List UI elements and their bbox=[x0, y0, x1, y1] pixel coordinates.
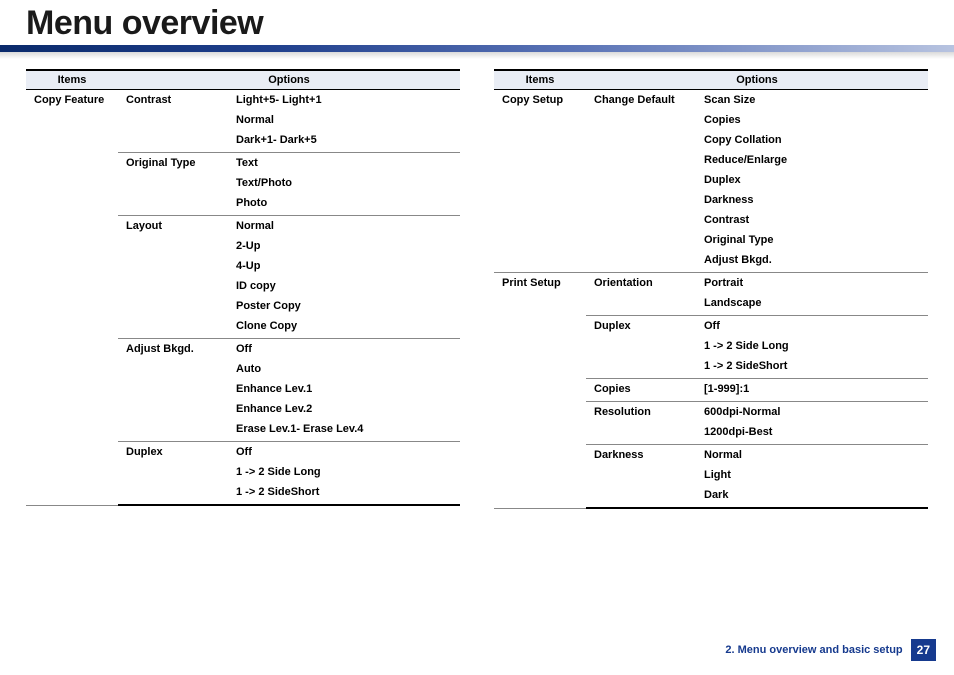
option-value: Original Type bbox=[704, 234, 922, 254]
footer: 2. Menu overview and basic setup 27 bbox=[725, 639, 936, 661]
option-value: Landscape bbox=[704, 297, 922, 311]
options-cell: Scan SizeCopiesCopy CollationReduce/Enla… bbox=[696, 90, 928, 273]
items-cell: Copy Feature bbox=[26, 90, 118, 506]
options-cell: TextText/PhotoPhoto bbox=[228, 153, 460, 216]
option-value: Off bbox=[704, 320, 922, 340]
sub-cell: Darkness bbox=[586, 445, 696, 509]
option-value: 1 -> 2 SideShort bbox=[236, 486, 454, 500]
sub-cell: Copies bbox=[586, 379, 696, 402]
right-column: Items Options Copy SetupChange DefaultSc… bbox=[494, 69, 928, 509]
page-title: Menu overview bbox=[0, 0, 954, 45]
left-table: Items Options Copy FeatureContrastLight+… bbox=[26, 69, 460, 506]
sub-cell: Orientation bbox=[586, 273, 696, 316]
header-options: Options bbox=[586, 70, 928, 90]
option-value: Copies bbox=[704, 114, 922, 134]
footer-chapter: 2. Menu overview and basic setup bbox=[725, 644, 902, 656]
option-value: Dark+1- Dark+5 bbox=[236, 134, 454, 148]
option-value: Erase Lev.1- Erase Lev.4 bbox=[236, 423, 454, 437]
option-value: Dark bbox=[704, 489, 922, 503]
option-value: 1 -> 2 SideShort bbox=[704, 360, 922, 374]
columns: Items Options Copy FeatureContrastLight+… bbox=[0, 69, 954, 509]
footer-page-number: 27 bbox=[911, 639, 936, 661]
option-value: Text/Photo bbox=[236, 177, 454, 197]
option-value: 1 -> 2 Side Long bbox=[236, 466, 454, 486]
sub-cell: Layout bbox=[118, 216, 228, 339]
sub-cell: Resolution bbox=[586, 402, 696, 445]
option-value: 2-Up bbox=[236, 240, 454, 260]
option-value: Poster Copy bbox=[236, 300, 454, 320]
sub-cell: Contrast bbox=[118, 90, 228, 153]
options-cell: [1-999]:1 bbox=[696, 379, 928, 402]
sub-cell: Duplex bbox=[586, 316, 696, 379]
options-cell: Normal2-Up4-UpID copyPoster CopyClone Co… bbox=[228, 216, 460, 339]
option-value: Normal bbox=[704, 449, 922, 469]
option-value: Light bbox=[704, 469, 922, 489]
option-value: Scan Size bbox=[704, 94, 922, 114]
table-row: Print SetupOrientationPortraitLandscape bbox=[494, 273, 928, 316]
option-value: Clone Copy bbox=[236, 320, 454, 334]
option-value: Off bbox=[236, 343, 454, 363]
options-cell: Off1 -> 2 Side Long1 -> 2 SideShort bbox=[696, 316, 928, 379]
option-value: ID copy bbox=[236, 280, 454, 300]
option-value: Contrast bbox=[704, 214, 922, 234]
options-cell: Light+5- Light+1NormalDark+1- Dark+5 bbox=[228, 90, 460, 153]
option-value: [1-999]:1 bbox=[704, 383, 922, 397]
option-value: Auto bbox=[236, 363, 454, 383]
items-cell: Copy Setup bbox=[494, 90, 586, 273]
option-value: Photo bbox=[236, 197, 454, 211]
header-items: Items bbox=[494, 70, 586, 90]
left-column: Items Options Copy FeatureContrastLight+… bbox=[26, 69, 460, 509]
option-value: 1 -> 2 Side Long bbox=[704, 340, 922, 360]
table-row: Copy FeatureContrastLight+5- Light+1Norm… bbox=[26, 90, 460, 153]
option-value: Copy Collation bbox=[704, 134, 922, 154]
right-table: Items Options Copy SetupChange DefaultSc… bbox=[494, 69, 928, 509]
title-rule bbox=[0, 45, 954, 59]
option-value: Enhance Lev.1 bbox=[236, 383, 454, 403]
options-cell: NormalLightDark bbox=[696, 445, 928, 509]
header-options: Options bbox=[118, 70, 460, 90]
option-value: Reduce/Enlarge bbox=[704, 154, 922, 174]
sub-cell: Original Type bbox=[118, 153, 228, 216]
header-items: Items bbox=[26, 70, 118, 90]
option-value: Normal bbox=[236, 220, 454, 240]
sub-cell: Adjust Bkgd. bbox=[118, 339, 228, 442]
option-value: 4-Up bbox=[236, 260, 454, 280]
table-row: Copy SetupChange DefaultScan SizeCopiesC… bbox=[494, 90, 928, 273]
option-value: Darkness bbox=[704, 194, 922, 214]
option-value: Light+5- Light+1 bbox=[236, 94, 454, 114]
option-value: Duplex bbox=[704, 174, 922, 194]
option-value: 1200dpi-Best bbox=[704, 426, 922, 440]
options-cell: 600dpi-Normal1200dpi-Best bbox=[696, 402, 928, 445]
sub-cell: Duplex bbox=[118, 442, 228, 506]
sub-cell: Change Default bbox=[586, 90, 696, 273]
option-value: Enhance Lev.2 bbox=[236, 403, 454, 423]
items-cell: Print Setup bbox=[494, 273, 586, 509]
option-value: Text bbox=[236, 157, 454, 177]
options-cell: OffAutoEnhance Lev.1Enhance Lev.2Erase L… bbox=[228, 339, 460, 442]
option-value: 600dpi-Normal bbox=[704, 406, 922, 426]
options-cell: Off1 -> 2 Side Long1 -> 2 SideShort bbox=[228, 442, 460, 506]
option-value: Adjust Bkgd. bbox=[704, 254, 922, 268]
option-value: Portrait bbox=[704, 277, 922, 297]
option-value: Normal bbox=[236, 114, 454, 134]
options-cell: PortraitLandscape bbox=[696, 273, 928, 316]
option-value: Off bbox=[236, 446, 454, 466]
